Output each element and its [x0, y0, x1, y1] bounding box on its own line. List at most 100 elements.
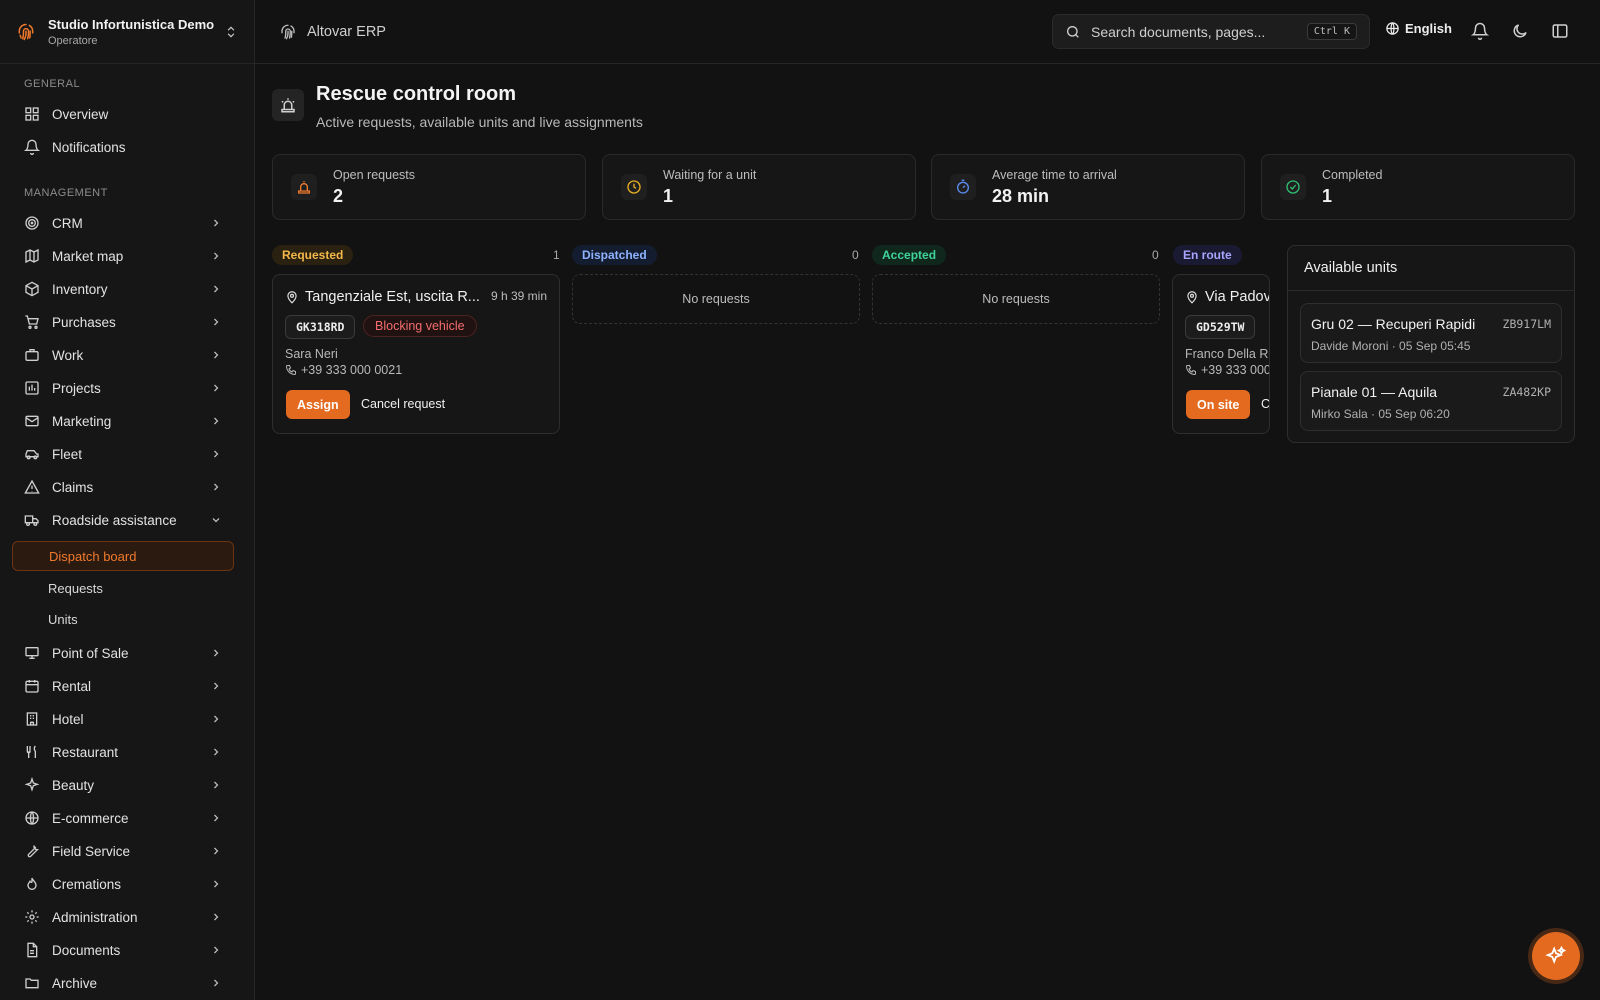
unit-item[interactable]: Gru 02 — Recuperi Rapidi ZB917LM Davide … — [1300, 303, 1562, 363]
sidebar-item-roadside-assistance[interactable]: Roadside assistance — [12, 505, 234, 535]
search-box[interactable]: Ctrl K — [1052, 14, 1370, 49]
sidebar-item-claims[interactable]: Claims — [12, 472, 234, 502]
sidebar-item-crm[interactable]: CRM — [12, 208, 234, 238]
sidebar-subitem-units[interactable]: Units — [12, 604, 234, 634]
customer-phone[interactable]: +39 333 000 — [1185, 363, 1269, 377]
sidebar-item-rental[interactable]: Rental — [12, 671, 234, 701]
unit-item[interactable]: Pianale 01 — Aquila ZA482KP Mirko Sala ·… — [1300, 371, 1562, 431]
sidebar-item-label: Documents — [52, 942, 121, 958]
status-badge: Requested — [272, 245, 354, 265]
package-icon — [25, 281, 39, 297]
sidebar-item-label: Rental — [52, 678, 92, 694]
stat-label: Average time to arrival — [992, 167, 1117, 182]
sidebar-item-label: Hotel — [52, 711, 84, 727]
sidebar-subitem-requests[interactable]: Requests — [12, 573, 234, 603]
column-count: 1 — [553, 248, 560, 262]
stat-label: Completed — [1322, 167, 1383, 182]
card-location: Via Padov — [1205, 289, 1270, 305]
bell-icon[interactable] — [1471, 22, 1489, 40]
sidebar-item-purchases[interactable]: Purchases — [12, 307, 234, 337]
language-label: English — [1405, 21, 1452, 36]
stat-label: Waiting for a unit — [663, 167, 757, 182]
secondary-button[interactable]: C — [1261, 397, 1269, 411]
sidebar-item-point-of-sale[interactable]: Point of Sale — [12, 638, 234, 668]
stat-value: 1 — [1322, 185, 1333, 206]
sidebar-toggle-icon[interactable] — [1551, 22, 1569, 40]
sidebar-item-label: Roadside assistance — [52, 512, 177, 528]
target-icon — [25, 216, 39, 230]
chevron-right-icon — [214, 417, 219, 425]
sidebar-item-hotel[interactable]: Hotel — [12, 704, 234, 734]
building-icon — [26, 712, 38, 726]
sidebar-item-cremations[interactable]: Cremations — [12, 869, 234, 899]
sidebar-subitem-dispatch-board[interactable]: Dispatch board — [12, 541, 234, 571]
chevron-right-icon — [214, 450, 219, 458]
panel-title: Available units — [1304, 260, 1398, 276]
assign-button[interactable]: Assign — [286, 390, 350, 419]
check-circle-icon — [1280, 174, 1306, 200]
sidebar-item-documents[interactable]: Documents — [12, 935, 234, 965]
chevron-right-icon — [214, 847, 219, 855]
chevron-right-icon — [214, 483, 219, 491]
sidebar-item-e-commerce[interactable]: E-commerce — [12, 803, 234, 833]
document-icon — [27, 942, 38, 958]
mail-icon — [25, 415, 39, 427]
stat-completed: Completed 1 — [1261, 154, 1575, 220]
cancel-request-button[interactable]: Cancel request — [361, 397, 445, 411]
request-card[interactable]: Tangenziale Est, uscita R... 9 h 39 min … — [272, 274, 560, 434]
sidebar-item-label: Overview — [52, 106, 109, 122]
org-role: Operatore — [48, 34, 98, 47]
card-location: Tangenziale Est, uscita R... — [305, 289, 480, 305]
flame-icon — [27, 877, 37, 890]
sidebar-item-label: E-commerce — [52, 810, 129, 826]
siren-icon — [291, 174, 317, 200]
available-units-panel: Available units Gru 02 — Recuperi Rapidi… — [1287, 245, 1575, 443]
sidebar-item-label: Claims — [52, 479, 94, 495]
sidebar-item-label: Fleet — [52, 446, 83, 462]
sidebar-item-label: Point of Sale — [52, 645, 129, 661]
sidebar-item-work[interactable]: Work — [12, 340, 234, 370]
sidebar-item-notifications[interactable]: Notifications — [12, 132, 234, 162]
on-site-button[interactable]: On site — [1186, 390, 1251, 419]
sidebar-item-marketing[interactable]: Marketing — [12, 406, 234, 436]
clock-icon — [621, 174, 647, 200]
search-input[interactable] — [1091, 23, 1307, 40]
sidebar-item-administration[interactable]: Administration — [12, 902, 234, 932]
sidebar-item-archive[interactable]: Archive — [12, 968, 234, 998]
sidebar-item-label: Marketing — [52, 413, 112, 429]
request-card[interactable]: Via Padov GD529TW Franco Della Ro +39 33… — [1172, 274, 1270, 434]
unit-name: Gru 02 — Recuperi Rapidi — [1311, 316, 1476, 332]
sidebar-item-overview[interactable]: Overview — [12, 99, 234, 129]
sidebar-item-label: Archive — [52, 975, 98, 991]
sidebar-item-projects[interactable]: Projects — [12, 373, 234, 403]
org-name: Studio Infortunistica Demo — [48, 16, 215, 32]
page-subtitle: Active requests, available units and liv… — [316, 114, 643, 130]
sidebar-item-label: Projects — [52, 380, 101, 396]
wrench-icon — [27, 845, 39, 858]
app-brand: Altovar ERP — [307, 23, 386, 40]
stat-value: 1 — [663, 185, 674, 206]
sidebar-item-field-service[interactable]: Field Service — [12, 836, 234, 866]
sidebar-item-inventory[interactable]: Inventory — [12, 274, 234, 304]
chevron-right-icon — [214, 351, 219, 359]
chevron-right-icon — [214, 913, 219, 921]
moon-icon[interactable] — [1511, 22, 1529, 40]
chevron-right-icon — [214, 252, 219, 260]
unit-meta: Mirko Sala · 05 Sep 06:20 — [1311, 407, 1450, 421]
gear-icon — [25, 910, 39, 924]
org-switcher[interactable]: Studio Infortunistica Demo Operatore — [0, 0, 254, 64]
monitor-icon — [25, 647, 39, 659]
customer-phone[interactable]: +39 333 000 0021 — [285, 363, 402, 377]
language-switcher[interactable]: English — [1385, 21, 1452, 36]
sidebar-item-market-map[interactable]: Market map — [12, 241, 234, 271]
chevron-right-icon — [214, 682, 219, 690]
sidebar-item-restaurant[interactable]: Restaurant — [12, 737, 234, 767]
utensils-icon — [26, 745, 36, 758]
page-title: Rescue control room — [316, 83, 517, 105]
sidebar-item-beauty[interactable]: Beauty — [12, 770, 234, 800]
sidebar-item-fleet[interactable]: Fleet — [12, 439, 234, 469]
sidebar-item-label: CRM — [52, 215, 83, 231]
ai-assistant-button[interactable] — [1532, 932, 1580, 980]
search-shortcut: Ctrl K — [1306, 23, 1357, 40]
stat-open-requests: Open requests 2 — [272, 154, 586, 220]
